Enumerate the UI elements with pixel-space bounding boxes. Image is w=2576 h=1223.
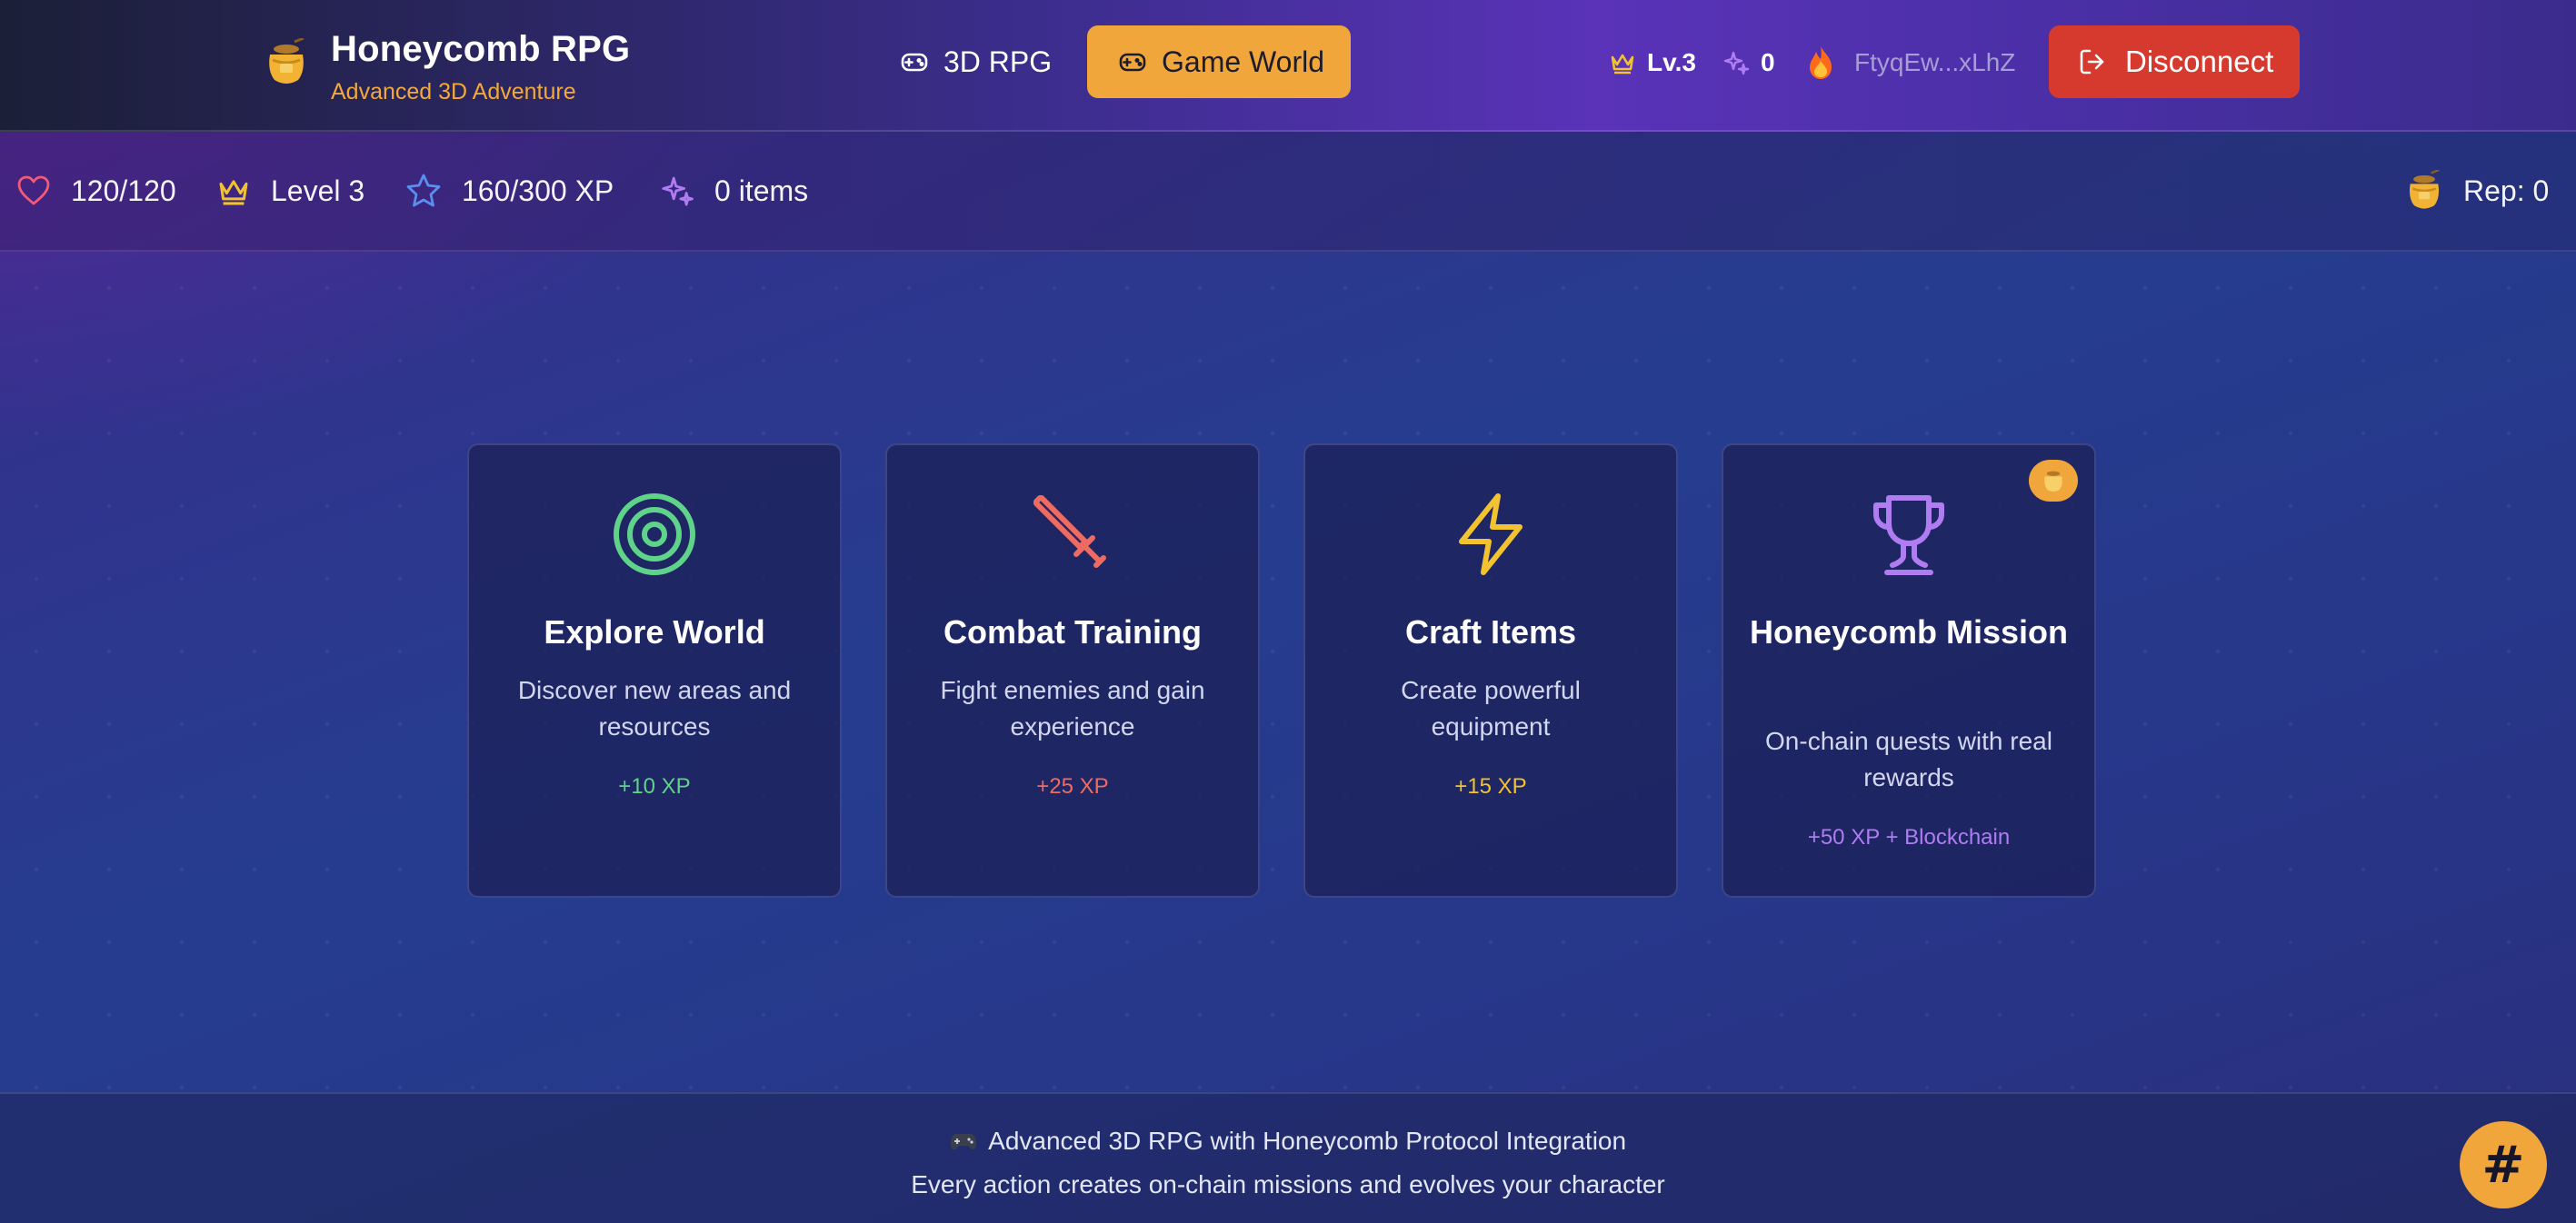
explore-world-card[interactable]: Explore World Discover new areas and res… [467,443,842,898]
craft-items-card[interactable]: Craft Items Create powerful equipment +1… [1303,443,1678,898]
footer: Advanced 3D RPG with Honeycomb Protocol … [0,1092,2576,1223]
items-value: 0 items [714,174,809,207]
nav-game-world-button[interactable]: Game World [1087,25,1351,98]
lightning-icon [1459,493,1523,575]
level-value: Level 3 [271,174,365,207]
card-reward: +15 XP [1454,774,1527,799]
footer-line-1: Advanced 3D RPG with Honeycomb Protocol … [0,1123,2576,1159]
crown-icon [219,180,248,205]
disconnect-label: Disconnect [2125,45,2274,78]
nav-game-world-label: Game World [1162,45,1325,78]
nav-3d-rpg-label: 3D RPG [944,45,1053,78]
card-title: Honeycomb Mission [1749,613,2069,651]
honey-pot-icon [2409,170,2440,209]
player-stats-bar: 120/120 Level 3 160/300 XP 0 items Rep: … [0,132,2576,252]
combat-training-card[interactable]: Combat Training Fight enemies and gain e… [885,443,1260,898]
player-level-indicator: Lv.3 [1609,40,1696,85]
app-title: Honeycomb RPG [331,29,631,69]
sparkles-icon [662,176,694,206]
honey-pot-icon [2044,471,2062,492]
xp-value: 160/300 XP [462,174,614,207]
disconnect-button[interactable]: Disconnect [2049,25,2300,98]
health-value: 120/120 [71,174,176,207]
crown-icon [1611,54,1634,75]
items-stat: 0 items [660,168,808,214]
fire-icon [1810,46,1832,79]
honey-pot-icon [269,38,305,84]
heart-icon [17,175,50,205]
card-description: Create powerful equipment [1401,676,1581,741]
gamepad-icon [901,53,928,72]
game-controller-icon [950,1134,976,1150]
star-icon [406,174,441,207]
level-stat: Level 3 [216,168,364,214]
brand: Honeycomb RPG Advanced 3D Adventure [262,24,630,107]
card-title: Explore World [544,613,765,651]
hashtag-fab-button[interactable]: # [2460,1121,2547,1208]
player-level-text: Lv.3 [1647,48,1696,76]
fire-indicator [1804,40,1848,85]
sparks-count: 0 [1761,48,1775,76]
sword-icon [1033,495,1106,568]
card-reward: +10 XP [618,774,691,799]
xp-stat: 160/300 XP [405,168,614,214]
top-header: Honeycomb RPG Advanced 3D Adventure 3D R… [0,0,2576,132]
card-reward: +25 XP [1036,774,1109,799]
gamepad-icon [1119,53,1146,72]
background-grid [0,252,2576,1092]
wallet-address[interactable]: FtyqEw...xLhZ [1854,40,2015,85]
reputation-value: Rep: 0 [2463,174,2550,207]
trophy-icon [1873,495,1944,575]
card-title: Combat Training [943,613,1202,651]
sparks-counter: 0 [1722,40,1775,85]
sparkles-icon [1723,51,1750,75]
health-stat: 120/120 [16,168,176,214]
footer-line-1-text: Advanced 3D RPG with Honeycomb Protocol … [988,1127,1627,1155]
nav-3d-rpg-button[interactable]: 3D RPG [900,25,1063,98]
target-icon [614,493,695,575]
card-description: Fight enemies and gain experience [940,676,1205,741]
footer-line-2: Every action creates on-chain missions a… [911,1170,1665,1198]
card-title: Craft Items [1404,613,1577,651]
app-subtitle: Advanced 3D Adventure [331,79,576,104]
card-description: On-chain quests with real rewards [1765,727,2052,791]
card-reward: +50 XP + Blockchain [1807,825,2011,850]
honeycomb-mission-card[interactable]: Honeycomb Mission On-chain quests with r… [1722,443,2096,898]
card-description: Discover new areas and resources [517,676,792,741]
logout-icon [2080,49,2104,75]
reputation-stat: Rep: 0 [2403,168,2549,214]
